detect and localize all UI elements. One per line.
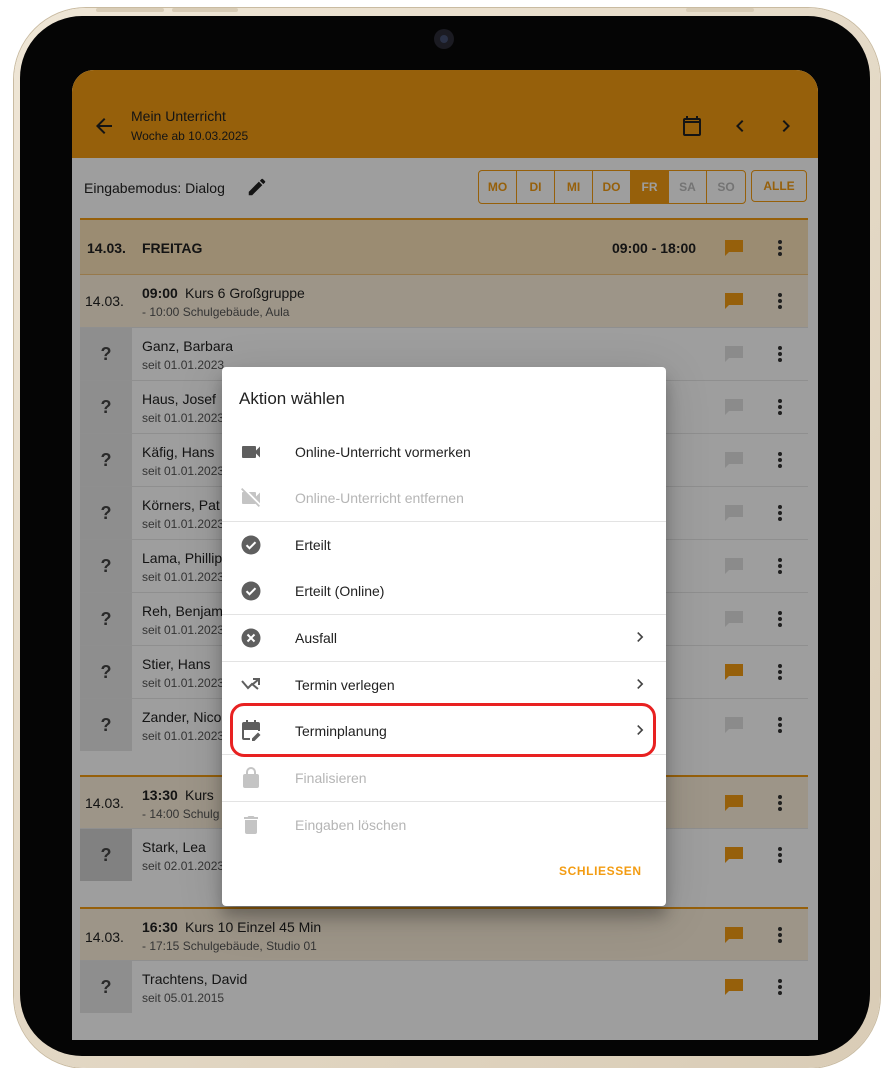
action-finalisieren: Finalisieren — [222, 755, 666, 801]
action-label: Eingaben löschen — [295, 817, 407, 833]
action-label: Finalisieren — [295, 770, 367, 786]
action-online-mark[interactable]: Online-Unterricht vormerken — [222, 429, 666, 475]
close-button[interactable]: SCHLIESSEN — [559, 864, 642, 878]
chevron-right-icon — [630, 674, 650, 694]
volume-button — [96, 8, 164, 12]
action-termin-verlegen[interactable]: Termin verlegen — [222, 662, 666, 708]
action-label: Ausfall — [295, 630, 338, 646]
move-arrow-icon — [239, 673, 263, 697]
trash-icon — [239, 813, 263, 837]
lock-icon — [239, 766, 263, 790]
videocam-icon — [239, 440, 263, 464]
check-circle-icon — [239, 579, 263, 603]
action-ausfall[interactable]: Ausfall — [222, 615, 666, 661]
action-erteilt[interactable]: Erteilt — [222, 522, 666, 568]
app-screen: Mein Unterricht Woche ab 10.03.2025 Eing… — [72, 70, 818, 1040]
power-button — [686, 8, 754, 12]
action-online-remove: Online-Unterricht entfernen — [222, 475, 666, 521]
action-dialog: Aktion wählen Online-Unterricht vormerke… — [222, 367, 666, 906]
action-label: Online-Unterricht vormerken — [295, 444, 471, 460]
action-label: Erteilt (Online) — [295, 583, 385, 599]
action-erteilt-online[interactable]: Erteilt (Online) — [222, 568, 666, 614]
action-label: Erteilt — [295, 537, 331, 553]
action-label: Termin verlegen — [295, 677, 395, 693]
dialog-title: Aktion wählen — [239, 389, 345, 408]
videocam-off-icon — [239, 486, 263, 510]
chevron-right-icon — [630, 627, 650, 647]
highlight-outline — [230, 703, 656, 757]
check-circle-icon — [239, 533, 263, 557]
front-camera — [434, 29, 454, 49]
action-label: Online-Unterricht entfernen — [295, 490, 464, 506]
action-eingaben-loeschen: Eingaben löschen — [222, 802, 666, 848]
cancel-circle-icon — [239, 626, 263, 650]
volume-button — [172, 8, 238, 12]
